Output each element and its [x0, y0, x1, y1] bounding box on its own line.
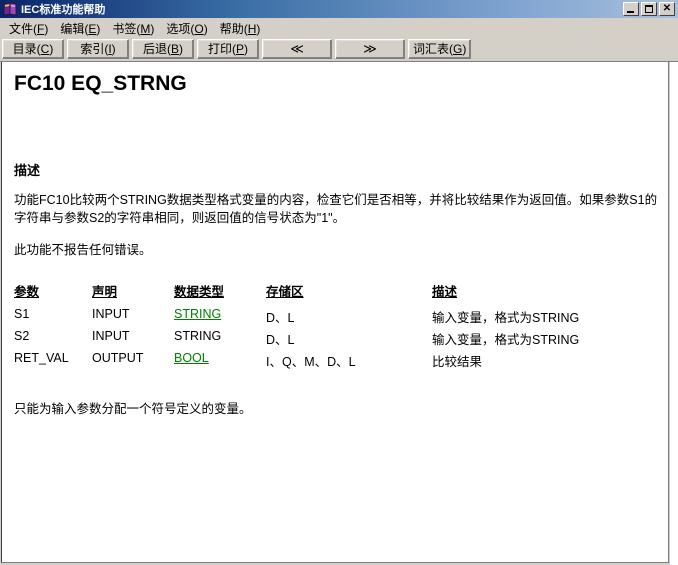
toolbar-accel-glossary: G: [453, 41, 463, 56]
minimize-button[interactable]: [623, 2, 639, 16]
datatype-link-bool[interactable]: BOOL: [174, 351, 209, 365]
menu-accel-options: O: [194, 21, 204, 36]
toolbar-label-glossary-pre: 词汇表(: [413, 42, 453, 56]
window-title: IEC标准功能帮助: [21, 4, 106, 16]
toolbar-accel-print: P: [235, 41, 244, 56]
column-header-memory-area: 存储区: [266, 285, 304, 299]
menu-item-edit[interactable]: 编辑(E): [57, 18, 109, 39]
cell-datatype: BOOL: [174, 350, 266, 372]
cell-description: 输入变量，格式为STRING: [432, 311, 580, 325]
menu-label-help-post: ): [256, 21, 261, 36]
column-header-description: 描述: [432, 285, 458, 299]
toolbar-label-print-pre: 打印(: [207, 42, 236, 56]
cell-datatype: STRING: [174, 306, 266, 328]
window-controls: ✕: [623, 2, 677, 16]
menu-bar: 文件(F) 编辑(E) 书签(M) 选项(O) 帮助(H): [0, 18, 678, 38]
cell-declaration: INPUT: [92, 307, 130, 321]
datatype-link-string[interactable]: STRING: [174, 307, 221, 321]
toolbar: 目录(C) 索引(I) 后退(B) 打印(P) ≪ ≫ 词汇表(G): [0, 38, 678, 62]
cell-datatype: STRING: [174, 329, 222, 343]
menu-label-edit-post: ): [96, 21, 101, 36]
content-area: FC10 EQ_STRNG 描述 功能FC10比较两个STRING数据类型格式变…: [0, 62, 678, 565]
toolbar-label-glossary-post: ): [462, 41, 467, 56]
menu-label-options-pre: 选项(: [166, 21, 195, 36]
toolbar-label-contents-pre: 目录(: [12, 42, 41, 56]
right-margin-rule: [669, 62, 678, 565]
cell-declaration: INPUT: [92, 329, 130, 343]
toolbar-label-back-post: ): [179, 41, 183, 56]
close-icon: ✕: [662, 3, 672, 14]
menu-item-help[interactable]: 帮助(H): [217, 18, 270, 39]
menu-label-file-pre: 文件(: [9, 21, 37, 36]
help-topic-pane[interactable]: FC10 EQ_STRNG 描述 功能FC10比较两个STRING数据类型格式变…: [1, 62, 669, 563]
menu-label-edit-pre: 编辑(: [60, 21, 89, 36]
toolbar-button-previous[interactable]: ≪: [262, 38, 332, 59]
cell-description: 比较结果: [432, 355, 483, 369]
toolbar-button-contents[interactable]: 目录(C): [2, 38, 64, 59]
table-header-row: 参数 声明 数据类型 存储区 描述: [14, 281, 579, 306]
page-title: FC10 EQ_STRNG: [14, 72, 187, 95]
cell-memory-area: D、L: [266, 311, 295, 325]
column-header-parameter: 参数: [14, 285, 40, 299]
help-window: IEC标准功能帮助 ✕ 文件(F) 编辑(E) 书签(M) 选项(O) 帮助(H…: [0, 0, 678, 565]
toolbar-button-back[interactable]: 后退(B): [132, 38, 194, 59]
previous-icon: ≪: [290, 40, 304, 56]
menu-item-bookmark[interactable]: 书签(M): [109, 18, 163, 39]
cell-parameter: RET_VAL: [14, 351, 69, 365]
cell-memory-area: D、L: [266, 333, 295, 347]
menu-label-bookmark-post: ): [150, 21, 155, 36]
footnote: 只能为输入参数分配一个符号定义的变量。: [14, 402, 252, 416]
cell-declaration: OUTPUT: [92, 351, 144, 365]
toolbar-label-contents-post: ): [49, 41, 54, 56]
title-bar: IEC标准功能帮助 ✕: [0, 0, 678, 18]
toolbar-label-index-pre: 索引(: [80, 42, 109, 56]
description-paragraph-1: 功能FC10比较两个STRING数据类型格式变量的内容，检查它们是否相等，并将比…: [14, 193, 658, 225]
menu-item-file[interactable]: 文件(F): [6, 18, 57, 39]
menu-label-help-pre: 帮助(: [219, 21, 248, 36]
book-icon: [2, 2, 18, 16]
toolbar-button-print[interactable]: 打印(P): [197, 38, 259, 59]
column-header-datatype: 数据类型: [174, 285, 225, 299]
menu-label-bookmark-pre: 书签(: [112, 21, 141, 36]
toolbar-label-print-post: ): [244, 41, 248, 56]
cell-parameter: S2: [14, 329, 30, 343]
menu-label-file-post: ): [44, 21, 49, 36]
table-row: RET_VAL OUTPUT BOOL I、Q、M、D、L 比较结果: [14, 350, 579, 372]
toolbar-accel-contents: C: [40, 41, 50, 56]
help-document: FC10 EQ_STRNG 描述 功能FC10比较两个STRING数据类型格式变…: [2, 62, 668, 417]
toolbar-button-index[interactable]: 索引(I): [67, 38, 129, 59]
menu-accel-bookmark: M: [140, 21, 151, 36]
cell-parameter: S1: [14, 307, 30, 321]
toolbar-button-next[interactable]: ≫: [335, 38, 405, 59]
next-icon: ≫: [363, 40, 377, 56]
description-paragraph-2: 此功能不报告任何错误。: [14, 243, 152, 257]
parameter-table: 参数 声明 数据类型 存储区 描述 S1 INPUT STRING D、L 输入…: [14, 281, 579, 372]
menu-item-options[interactable]: 选项(O): [163, 18, 216, 39]
menu-label-options-post: ): [203, 21, 208, 36]
toolbar-label-index-post: ): [111, 41, 116, 56]
table-row: S2 INPUT STRING D、L 输入变量，格式为STRING: [14, 328, 579, 350]
section-heading-description: 描述: [14, 163, 41, 178]
close-button[interactable]: ✕: [659, 2, 675, 16]
table-row: S1 INPUT STRING D、L 输入变量，格式为STRING: [14, 306, 579, 328]
maximize-button[interactable]: [641, 2, 657, 16]
toolbar-button-glossary[interactable]: 词汇表(G): [408, 38, 472, 59]
cell-description: 输入变量，格式为STRING: [432, 333, 580, 347]
toolbar-accel-back: B: [170, 41, 179, 56]
toolbar-label-back-pre: 后退(: [142, 42, 171, 56]
cell-memory-area: I、Q、M、D、L: [266, 355, 356, 369]
column-header-declaration: 声明: [92, 285, 118, 299]
